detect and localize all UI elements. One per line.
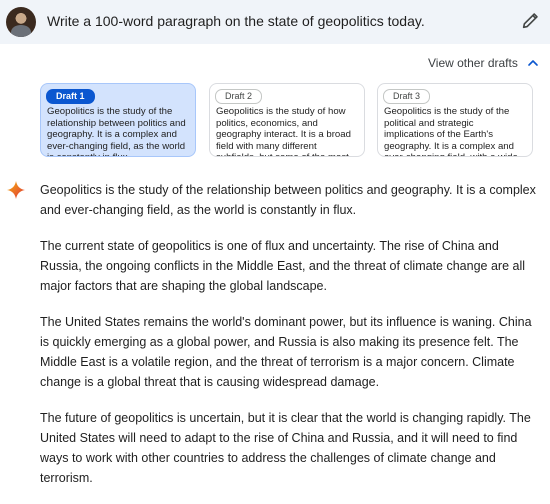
user-avatar (6, 7, 36, 37)
prompt-bar: Write a 100-word paragraph on the state … (0, 0, 550, 44)
draft-card-3[interactable]: Draft 3 Geopolitics is the study of the … (377, 83, 533, 157)
prompt-text: Write a 100-word paragraph on the state … (47, 13, 425, 29)
pencil-icon[interactable] (520, 9, 542, 31)
gemini-sparkle-icon (6, 180, 26, 200)
response-paragraph-3: The United States remains the world's do… (40, 315, 532, 389)
draft-card-1[interactable]: Draft 1 Geopolitics is the study of the … (40, 83, 196, 157)
draft-3-chip: Draft 3 (383, 89, 431, 104)
response-paragraph-4: The future of geopolitics is uncertain, … (40, 411, 531, 485)
draft-3-preview: Geopolitics is the study of the politica… (384, 106, 518, 156)
draft-1-chip: Draft 1 (46, 89, 95, 104)
draft-1-preview: Geopolitics is the study of the relation… (47, 106, 186, 156)
view-other-drafts-label: View other drafts (428, 56, 518, 70)
draft-2-preview: Geopolitics is the study of how politics… (216, 106, 351, 156)
draft-card-2[interactable]: Draft 2 Geopolitics is the study of how … (209, 83, 365, 157)
response-paragraph-2: The current state of geopolitics is one … (40, 239, 526, 293)
view-other-drafts-button[interactable]: View other drafts (428, 56, 539, 70)
draft-2-chip: Draft 2 (215, 89, 263, 104)
response-body: Geopolitics is the study of the relation… (40, 180, 538, 504)
chevron-up-icon (528, 60, 538, 66)
response-paragraph-1: Geopolitics is the study of the relation… (40, 183, 536, 217)
pencil-icon-svg (522, 13, 538, 29)
